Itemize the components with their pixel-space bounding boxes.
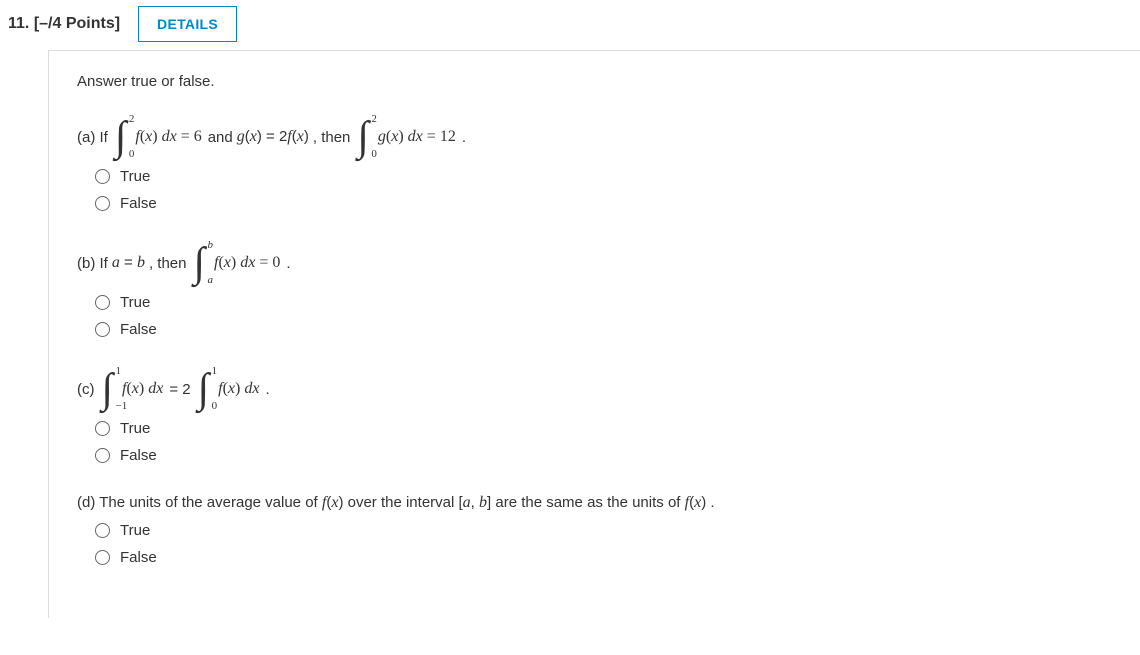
choice-label: True [120, 294, 150, 311]
text: over the interval [ [343, 494, 462, 511]
integral-icon: ∫ b a f(x) dx = 0 [192, 242, 280, 284]
a-eq-b: a = b [112, 254, 145, 272]
fn-f: f [135, 128, 139, 145]
choice-true[interactable]: True [95, 168, 1112, 185]
choice-true[interactable]: True [95, 294, 1112, 311]
integral-sign-icon: ∫ 1 0 [198, 368, 210, 410]
text: , then [149, 255, 187, 272]
part-b: (b) If a = b , then ∫ b a f(x) dx = 0 . … [77, 242, 1112, 338]
integrand: f(x) dx [218, 380, 259, 398]
integral-icon: ∫ 1 0 f(x) dx [197, 368, 260, 410]
int-lower: 0 [212, 401, 218, 412]
choice-label: False [120, 549, 157, 566]
part-c-label: (c) [77, 381, 95, 398]
int-upper: 2 [371, 114, 377, 125]
part-c: (c) ∫ 1 −1 f(x) dx = 2 ∫ 1 0 f(x) dx [77, 368, 1112, 464]
choice-label: True [120, 522, 150, 539]
qnum-text: 11. [8, 15, 29, 32]
int-lower: 0 [371, 149, 377, 160]
fn-g: g [237, 128, 245, 145]
choice-true[interactable]: True [95, 420, 1112, 437]
int-upper: 1 [212, 366, 218, 377]
choice-false[interactable]: False [95, 447, 1112, 464]
question-header: 11. [–/4 Points] DETAILS [0, 0, 1140, 50]
int-lower: −1 [116, 401, 128, 412]
radio-icon[interactable] [95, 196, 110, 211]
value: 6 [194, 128, 202, 145]
int-lower: 0 [129, 149, 135, 160]
integral-sign-icon: ∫ 1 −1 [102, 368, 114, 410]
integral-icon: ∫ 2 0 f(x) dx = 6 [114, 116, 202, 158]
integrand: g(x) dx = 12 [378, 128, 456, 146]
value: 0 [272, 254, 280, 271]
question-prompt: Answer true or false. [77, 73, 1112, 90]
text: ] are the same as the units of [487, 494, 685, 511]
text: , then [313, 129, 351, 146]
value: 12 [440, 128, 456, 145]
int-lower: a [207, 275, 213, 286]
integral-sign-icon: ∫ 2 0 [115, 116, 127, 158]
part-a: (a) If ∫ 2 0 f(x) dx = 6 and g(x) = 2f(x… [77, 116, 1112, 212]
text: . [265, 381, 269, 398]
part-a-statement: (a) If ∫ 2 0 f(x) dx = 6 and g(x) = 2f(x… [77, 116, 1112, 158]
text: . [462, 129, 466, 146]
points-text: [–/4 Points] [34, 15, 120, 32]
fn-f: f [287, 128, 291, 145]
radio-icon[interactable] [95, 523, 110, 538]
text: = 2 [169, 381, 190, 398]
integral-sign-icon: ∫ b a [193, 242, 205, 284]
text: (d) The units of the average value of [77, 494, 322, 511]
radio-icon[interactable] [95, 295, 110, 310]
choice-label: True [120, 420, 150, 437]
part-a-label: (a) If [77, 129, 108, 146]
part-b-statement: (b) If a = b , then ∫ b a f(x) dx = 0 . [77, 242, 1112, 284]
text: . [286, 255, 290, 272]
details-button[interactable]: DETAILS [138, 6, 237, 42]
integrand: f(x) dx [122, 380, 163, 398]
fn-f: f [218, 380, 222, 397]
integral-icon: ∫ 1 −1 f(x) dx [101, 368, 164, 410]
choice-false[interactable]: False [95, 321, 1112, 338]
question-number: 11. [–/4 Points] [8, 15, 120, 33]
choice-true[interactable]: True [95, 522, 1112, 539]
part-c-statement: (c) ∫ 1 −1 f(x) dx = 2 ∫ 1 0 f(x) dx [77, 368, 1112, 410]
choice-label: True [120, 168, 150, 185]
fn-f: f [122, 380, 126, 397]
radio-icon[interactable] [95, 322, 110, 337]
choice-label: False [120, 321, 157, 338]
choice-false[interactable]: False [95, 549, 1112, 566]
part-d: (d) The units of the average value of f(… [77, 494, 1112, 566]
integral-icon: ∫ 2 0 g(x) dx = 12 [356, 116, 455, 158]
integrand: f(x) dx = 0 [214, 254, 280, 272]
fn-f: f [322, 494, 326, 511]
question-body: Answer true or false. (a) If ∫ 2 0 f(x) … [48, 50, 1140, 618]
fn-f: f [685, 494, 689, 511]
radio-icon[interactable] [95, 550, 110, 565]
radio-icon[interactable] [95, 421, 110, 436]
text: and [208, 129, 233, 146]
fn-g: g [378, 128, 386, 145]
fn-f: f [214, 254, 218, 271]
choice-label: False [120, 447, 157, 464]
radio-icon[interactable] [95, 169, 110, 184]
int-upper: 1 [116, 366, 122, 377]
int-upper: 2 [129, 114, 135, 125]
g-eq: g(x) = 2f(x) [237, 128, 309, 146]
text: . [706, 494, 714, 511]
radio-icon[interactable] [95, 448, 110, 463]
choice-false[interactable]: False [95, 195, 1112, 212]
part-b-label: (b) If [77, 255, 108, 272]
choice-label: False [120, 195, 157, 212]
integral-sign-icon: ∫ 2 0 [357, 116, 369, 158]
int-upper: b [208, 240, 214, 251]
integrand: f(x) dx = 6 [135, 128, 201, 146]
part-d-statement: (d) The units of the average value of f(… [77, 494, 1112, 512]
